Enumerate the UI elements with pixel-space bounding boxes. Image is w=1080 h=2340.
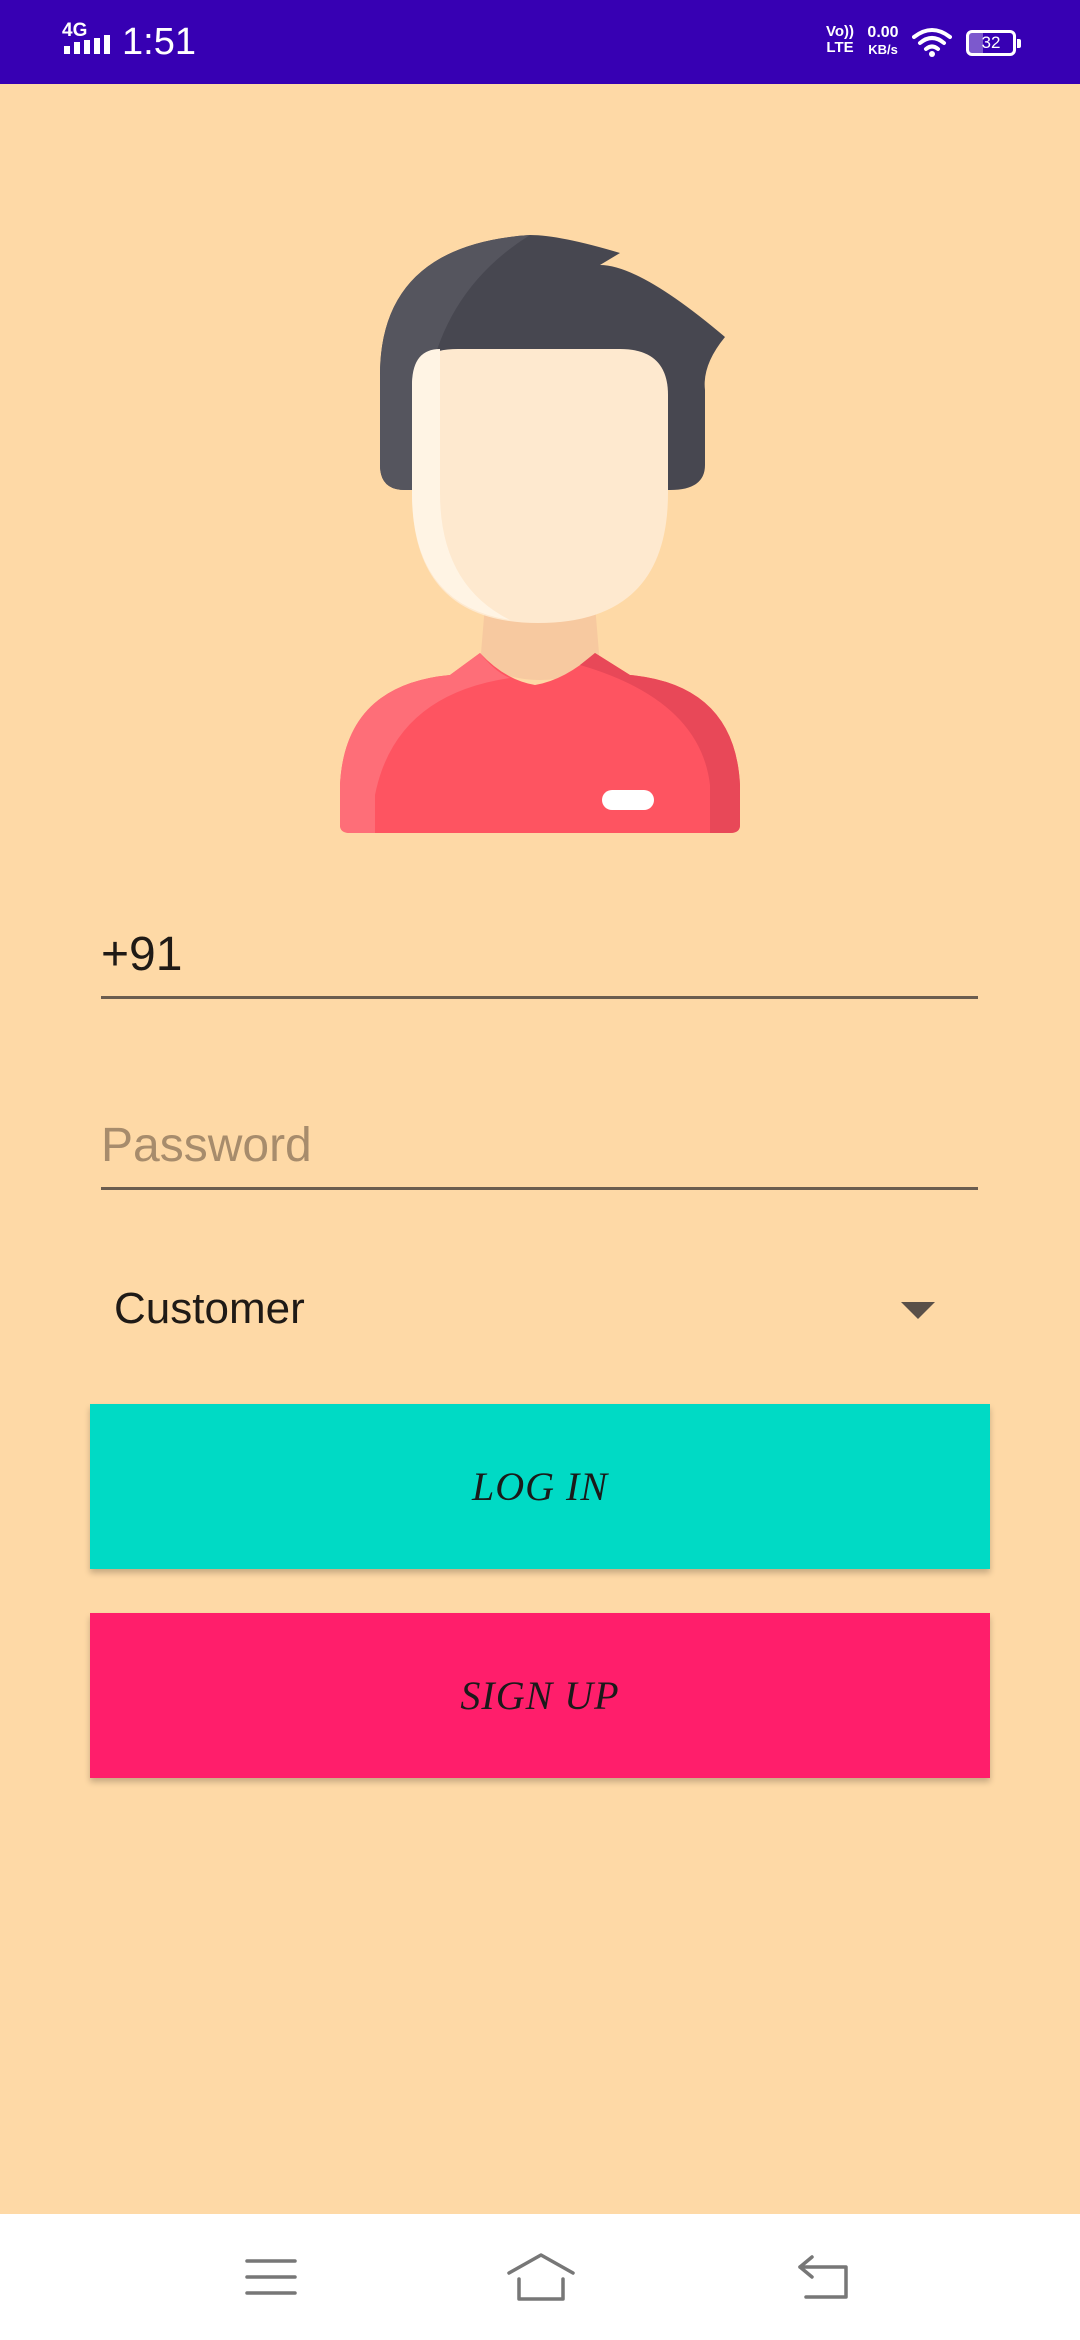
signup-button[interactable]: SIGN UP [90,1613,990,1778]
password-input[interactable] [101,1103,978,1187]
wifi-icon [912,26,952,58]
user-avatar-illustration [330,225,750,845]
user-role-dropdown[interactable]: Customer [101,1270,978,1350]
volte-line-1: Vo)) [825,23,855,40]
clock-time: 1:51 [122,21,196,63]
back-button[interactable] [764,2234,884,2320]
back-icon [798,2255,848,2299]
battery-icon: 32 [966,30,1021,56]
volte-line-2: LTE [826,39,854,56]
recent-apps-button[interactable] [211,2234,331,2320]
battery-level-label: 32 [981,33,1001,52]
speed-unit: KB/s [868,42,898,57]
home-icon [507,2253,575,2301]
signup-button-label: SIGN UP [460,1673,620,1718]
password-field[interactable] [101,1103,978,1190]
status-bar: 4G 1:51 Vo)) LTE 0.00 KB/s 32 [0,0,1080,84]
caret-down-icon [901,1302,935,1319]
signal-icon: 4G [62,20,114,60]
home-button[interactable] [481,2234,601,2320]
phone-number-input[interactable] [101,912,978,996]
network-speed: 0.00 KB/s [862,24,904,58]
speed-value: 0.00 [867,24,899,41]
login-button-label: LOG IN [471,1464,609,1509]
menu-icon [245,2259,297,2295]
system-navigation-bar [0,2214,1080,2340]
phone-number-field[interactable] [101,912,978,999]
login-button[interactable]: LOG IN [90,1404,990,1569]
user-role-selected: Customer [114,1284,305,1333]
volte-indicator: Vo)) LTE [824,24,856,56]
